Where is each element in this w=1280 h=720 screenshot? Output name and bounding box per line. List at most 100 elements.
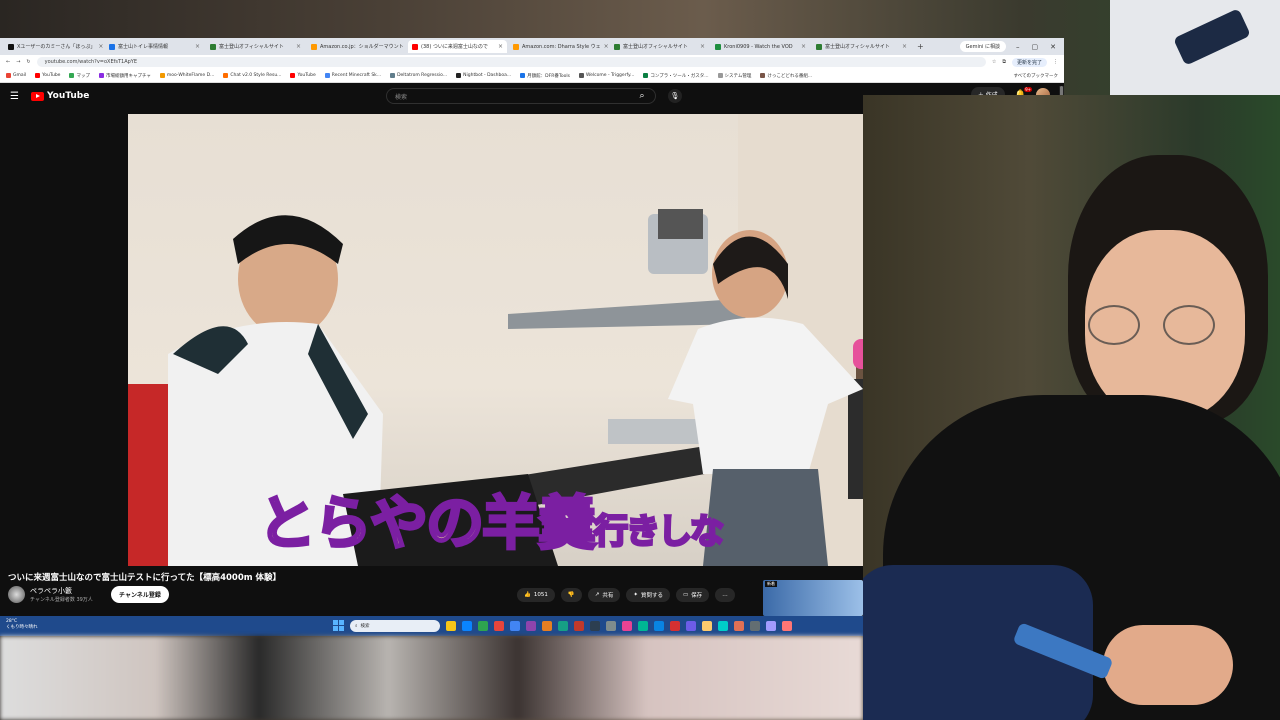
taskbar-app-icon[interactable] <box>734 621 744 631</box>
youtube-logo[interactable]: YouTube <box>30 91 89 101</box>
bookmark-item[interactable]: YouTube <box>35 73 60 78</box>
browser-tab[interactable]: 富士登山オフィシャルサイト × <box>610 40 709 53</box>
taskbar-app-icon[interactable] <box>542 621 552 631</box>
forward-icon[interactable]: → <box>16 59 20 65</box>
taskbar-app-icon[interactable] <box>686 621 696 631</box>
tab-close-icon[interactable]: × <box>700 43 705 50</box>
update-button[interactable]: 更新を完了 <box>1011 57 1047 67</box>
extensions-icon[interactable]: ⧉ <box>1002 59 1006 65</box>
reload-icon[interactable]: ↻ <box>26 59 30 65</box>
video-player[interactable]: とらやの羊羹行きしな <box>128 114 930 566</box>
taskbar-app-icon[interactable] <box>654 621 664 631</box>
bookmark-item[interactable]: けっこどどれる番組... <box>760 73 812 79</box>
taskbar-app-icon[interactable] <box>606 621 616 631</box>
tab-close-icon[interactable]: × <box>604 43 608 50</box>
bookmark-icon <box>578 73 584 78</box>
weather-widget[interactable]: 28°C くもり時々晴れ <box>6 619 38 630</box>
share-icon: ↗ <box>594 592 600 598</box>
bookmark-item[interactable]: Chat v2.0 Style Resu... <box>223 73 281 78</box>
windows-start-icon[interactable] <box>333 620 344 631</box>
taskbar-app-icon[interactable] <box>478 621 488 631</box>
mini-thumbnail[interactable]: 新着 <box>763 580 863 616</box>
minimize-icon[interactable]: – <box>1016 43 1020 51</box>
channel-avatar[interactable] <box>8 586 25 603</box>
taskbar-app-icon[interactable] <box>782 621 792 631</box>
bookmark-item[interactable]: Gmail <box>6 73 26 78</box>
browser-tab[interactable]: Kroni0909 - Watch the VOD × <box>711 40 810 53</box>
tab-close-icon[interactable]: × <box>801 43 806 50</box>
bookmark-item[interactable]: Nightbot - Dashboa... <box>456 73 511 78</box>
tab-close-icon[interactable]: × <box>902 43 907 50</box>
dislike-button[interactable]: 👎 <box>560 588 582 602</box>
bookmark-item[interactable]: Welcome - Triggerfy... <box>578 73 635 78</box>
menu-icon[interactable]: ⋮ <box>1053 59 1058 65</box>
bookmark-item[interactable]: YouTube <box>290 73 316 78</box>
browser-tab[interactable]: 富士登山オフィシャルサイト × <box>812 40 911 53</box>
bookmark-item[interactable]: moo-WhiteFlame D... <box>159 73 214 78</box>
bookmark-item[interactable]: システム管理 <box>717 73 751 79</box>
taskbar-app-icon[interactable] <box>670 621 680 631</box>
channel-info[interactable]: ペラペラ小籔 チャンネル登録者数 39万人 <box>8 586 93 603</box>
browser-tab[interactable]: 富士登山オフィシャルサイト × <box>206 40 305 53</box>
taskbar-app-icon[interactable] <box>766 621 776 631</box>
tab-label: Kroni0909 - Watch the VOD <box>724 43 793 50</box>
new-tab-button[interactable]: + <box>913 42 928 51</box>
browser-tab[interactable]: 富士山トイレ事情情報 × <box>105 40 204 53</box>
bookmark-item[interactable]: 月額館：DFR番Tools <box>520 73 570 79</box>
bookmark-item[interactable]: Recent Minecraft Sk... <box>324 73 381 78</box>
bookmark-icon <box>520 73 526 78</box>
bookmark-item[interactable]: Deltatrom Regressio... <box>390 73 447 78</box>
subtitle-tail: 行きしな <box>593 511 726 554</box>
taskbar-search[interactable]: ⌕ 検索 <box>350 620 440 632</box>
browser-tab[interactable]: Amazon.com: Dharra Style ウェ × <box>509 40 608 53</box>
bookmark-item[interactable]: コンプラ・ツール・ガスタ... <box>643 73 709 79</box>
taskbar-app-icon[interactable] <box>526 621 536 631</box>
bookmark-icon <box>159 73 165 78</box>
tab-label: 富士登山オフィシャルサイト <box>219 44 284 50</box>
taskbar-app-icon[interactable] <box>494 621 504 631</box>
tab-close-icon[interactable]: × <box>98 43 103 50</box>
maximize-icon[interactable]: ▢ <box>1032 43 1039 51</box>
more-button[interactable]: … <box>715 588 735 602</box>
favicon-icon <box>210 43 216 50</box>
subscribe-button[interactable]: チャンネル登録 <box>111 586 169 603</box>
taskbar-app-icon[interactable] <box>446 621 456 631</box>
browser-tab[interactable]: Xユーザーのカミーさん「ほっぷ」 × <box>4 40 103 53</box>
url-field[interactable]: youtube.com/watch?v=oXEfsT1ApYE <box>36 57 986 67</box>
taskbar-app-icon[interactable] <box>638 621 648 631</box>
back-icon[interactable]: ← <box>6 59 10 65</box>
tab-bar: Xユーザーのカミーさん「ほっぷ」 × 富士山トイレ事情情報 × 富士登山オフィシャルサイ… <box>0 38 1064 55</box>
tab-close-icon[interactable]: × <box>498 43 503 50</box>
close-icon[interactable]: ✕ <box>1050 43 1056 51</box>
search-input[interactable]: 検索 ⌕ <box>386 88 656 104</box>
streamer-hand <box>1103 625 1233 705</box>
search-icon[interactable]: ⌕ <box>629 89 655 103</box>
taskbar-app-icon[interactable] <box>462 621 472 631</box>
mic-icon[interactable]: 🎙 <box>668 89 682 103</box>
all-bookmarks[interactable]: すべてのブックマーク <box>1013 73 1058 79</box>
taskbar-app-icon[interactable] <box>622 621 632 631</box>
taskbar-app-icon[interactable] <box>558 621 568 631</box>
share-button[interactable]: ↗ 共有 <box>587 588 621 602</box>
taskbar-app-icon[interactable] <box>718 621 728 631</box>
stream-screen: Xユーザーのカミーさん「ほっぷ」 × 富士山トイレ事情情報 × 富士登山オフィシャルサイ… <box>0 0 1280 720</box>
gemini-button[interactable]: Gemini に相談 <box>959 41 1006 52</box>
taskbar-app-icon[interactable] <box>750 621 760 631</box>
channel-name[interactable]: ペラペラ小籔 <box>30 586 93 596</box>
browser-tab[interactable]: (38) ついに来週富士山なので × <box>408 40 507 53</box>
taskbar-app-icon[interactable] <box>574 621 584 631</box>
bookmark-label: Welcome - Triggerfy... <box>585 73 635 78</box>
bookmark-item[interactable]: マップ <box>69 73 90 79</box>
browser-tab[interactable]: Amazon.co.jp：ショルダーマウント× <box>307 40 406 53</box>
save-button[interactable]: ▭ 保存 <box>675 588 710 602</box>
ask-button[interactable]: ✦ 質問する <box>626 588 670 602</box>
tab-close-icon[interactable]: × <box>195 43 200 50</box>
bookmark-item[interactable]: 市場総額用キャプチャ <box>98 73 151 79</box>
taskbar-app-icon[interactable] <box>702 621 712 631</box>
taskbar-app-icon[interactable] <box>590 621 600 631</box>
tab-close-icon[interactable]: × <box>296 43 301 50</box>
star-icon[interactable]: ☆ <box>992 59 996 65</box>
hamburger-icon[interactable]: ☰ <box>10 91 19 102</box>
like-button[interactable]: 👍 1051 <box>517 588 555 602</box>
taskbar-app-icon[interactable] <box>510 621 520 631</box>
